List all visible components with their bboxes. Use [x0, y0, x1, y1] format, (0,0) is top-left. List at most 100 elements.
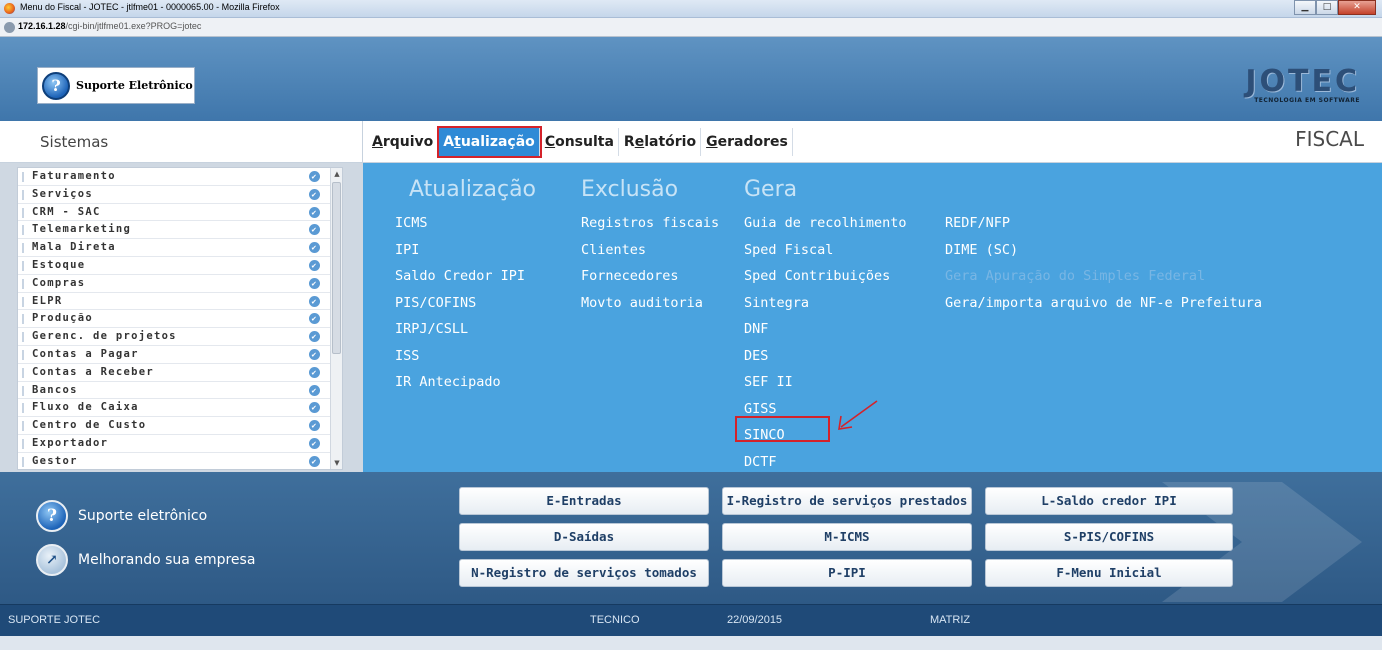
- menu-link[interactable]: Fornecedores: [581, 268, 679, 284]
- menu-link[interactable]: GISS: [744, 401, 777, 417]
- sidebar-item[interactable]: Mala Direta ✔: [18, 239, 342, 257]
- menu-link[interactable]: DES: [744, 348, 768, 364]
- address-bar[interactable]: 172.16.1.28/cgi-bin/jtlfme01.exe?PROG=jo…: [0, 18, 1382, 37]
- sidebar-item-label: Produção: [32, 312, 93, 325]
- quick-action-button[interactable]: N-Registro de serviços tomados: [459, 559, 709, 587]
- sidebar-item-label: Gerenc. de projetos: [32, 330, 177, 343]
- window-bottom-edge: [0, 636, 1382, 650]
- menu-link[interactable]: Movto auditoria: [581, 295, 703, 311]
- status-date: 22/09/2015: [727, 614, 783, 626]
- quick-action-button[interactable]: D-Saídas: [459, 523, 709, 551]
- menu-link[interactable]: IPI: [395, 242, 419, 258]
- menu-link[interactable]: Gera/importa arquivo de NF-e Prefeitura: [945, 295, 1262, 311]
- menu-link[interactable]: Saldo Credor IPI: [395, 268, 525, 284]
- quick-action-button[interactable]: S-PIS/COFINS: [985, 523, 1233, 551]
- quick-action-button[interactable]: I-Registro de serviços prestados: [722, 487, 972, 515]
- check-icon: ✔: [309, 206, 320, 218]
- sidebar-item[interactable]: Compras ✔: [18, 275, 342, 293]
- sidebar-item[interactable]: Faturamento ✔: [18, 168, 342, 186]
- sistemas-label: Sistemas: [40, 133, 109, 151]
- menu-link[interactable]: DIME (SC): [945, 242, 1018, 258]
- check-icon: ✔: [309, 402, 320, 414]
- quick-action-button[interactable]: E-Entradas: [459, 487, 709, 515]
- menu-link[interactable]: DNF: [744, 321, 768, 337]
- check-icon: ✔: [309, 348, 320, 360]
- menu-geradores[interactable]: Geradores: [702, 128, 793, 156]
- menu-relatorio[interactable]: Relatório: [620, 128, 702, 156]
- menu-arquivo[interactable]: Arquivo: [368, 128, 439, 156]
- sidebar-item[interactable]: CRM - SAC ✔: [18, 204, 342, 222]
- sidebar-item-label: Bancos: [32, 383, 78, 396]
- title-bar: Menu do Fiscal - JOTEC - jtlfme01 - 0000…: [0, 0, 1382, 18]
- menu-link[interactable]: IR Antecipado: [395, 374, 501, 390]
- menu-link[interactable]: Sped Contribuições: [744, 268, 890, 284]
- sidebar-item-label: Contas a Receber: [32, 365, 154, 378]
- app-header: ? Suporte Eletrônico JOTEC TECNOLOGIA EM…: [0, 37, 1382, 121]
- menu-link[interactable]: IRPJ/CSLL: [395, 321, 468, 337]
- menu-link[interactable]: REDF/NFP: [945, 215, 1010, 231]
- pointer-arrow-icon: [838, 400, 878, 430]
- sidebar-item[interactable]: Produção ✔: [18, 310, 342, 329]
- check-icon: ✔: [309, 313, 320, 325]
- menu-link[interactable]: Guia de recolhimento: [744, 215, 907, 231]
- sidebar-item[interactable]: Contas a Pagar ✔: [18, 346, 342, 364]
- menu-link[interactable]: Gera Apuração do Simples Federal: [945, 268, 1205, 284]
- nav-row: Sistemas Arquivo Atualização Consulta Re…: [0, 121, 1382, 163]
- sidebar-item[interactable]: Exportador ✔: [18, 435, 342, 453]
- brand-name: JOTEC: [1245, 64, 1360, 99]
- check-icon: ✔: [309, 331, 320, 343]
- support-logo[interactable]: ? Suporte Eletrônico: [37, 67, 195, 104]
- sidebar-item[interactable]: Bancos ✔: [18, 382, 342, 400]
- minimize-icon[interactable]: ▁: [1294, 0, 1316, 15]
- sidebar-item[interactable]: Estoque ✔: [18, 257, 342, 275]
- sidebar-item[interactable]: Fluxo de Caixa ✔: [18, 399, 342, 418]
- menu-consulta[interactable]: Consulta: [541, 128, 619, 156]
- menu-link[interactable]: SEF II: [744, 374, 793, 390]
- systems-sidebar: Faturamento ✔ Serviços ✔ CRM - SAC ✔ Telemarke…: [17, 167, 343, 470]
- col-title-gera: Gera: [744, 177, 798, 202]
- sidebar-item[interactable]: Centro de Custo ✔: [18, 417, 342, 435]
- check-icon: ✔: [309, 455, 320, 467]
- menu-link[interactable]: Sintegra: [744, 295, 809, 311]
- sidebar-item-label: Mala Direta: [32, 241, 116, 254]
- menu-link[interactable]: ICMS: [395, 215, 428, 231]
- menu-link[interactable]: ISS: [395, 348, 419, 364]
- scroll-down-icon[interactable]: ▼: [331, 457, 342, 469]
- sidebar-item[interactable]: ELPR ✔: [18, 293, 342, 311]
- sidebar-scrollbar[interactable]: ▲ ▼: [330, 168, 342, 469]
- window-title: Menu do Fiscal - JOTEC - jtlfme01 - 0000…: [20, 2, 280, 12]
- sidebar-item[interactable]: Gestor ✔: [18, 453, 342, 469]
- support-link[interactable]: ? Suporte eletrônico: [36, 500, 207, 532]
- quick-action-button[interactable]: F-Menu Inicial: [985, 559, 1233, 587]
- url-text[interactable]: 172.16.1.28/cgi-bin/jtlfme01.exe?PROG=jo…: [18, 21, 201, 31]
- check-icon: ✔: [309, 224, 320, 236]
- sidebar-item[interactable]: Serviços ✔: [18, 186, 342, 204]
- help-icon: ?: [36, 500, 68, 532]
- atualizacao-dropdown: Atualização Exclusão Gera ICMS IPI Saldo C…: [363, 163, 1382, 472]
- sidebar-item[interactable]: Contas a Receber ✔: [18, 364, 342, 382]
- menu-link[interactable]: Sped Fiscal: [744, 242, 833, 258]
- improve-link[interactable]: ↗ Melhorando sua empresa: [36, 544, 255, 576]
- status-company: SUPORTE JOTEC: [8, 614, 101, 626]
- sidebar-item[interactable]: Telemarketing ✔: [18, 221, 342, 240]
- sidebar-item-label: Serviços: [32, 187, 93, 200]
- help-icon: ?: [42, 72, 70, 100]
- check-icon: ✔: [309, 384, 320, 396]
- menu-atualizacao[interactable]: Atualização: [437, 126, 542, 158]
- scroll-up-icon[interactable]: ▲: [331, 168, 342, 180]
- check-icon: ✔: [309, 171, 320, 182]
- sidebar-item-label: Estoque: [32, 258, 86, 271]
- menu-link[interactable]: Registros fiscais: [581, 215, 719, 231]
- scroll-thumb[interactable]: [332, 182, 341, 354]
- menu-link[interactable]: PIS/COFINS: [395, 295, 476, 311]
- sidebar-item[interactable]: Gerenc. de projetos ✔: [18, 328, 342, 346]
- close-icon[interactable]: ✕: [1338, 0, 1376, 15]
- menu-link[interactable]: DCTF: [744, 454, 777, 470]
- quick-action-button[interactable]: P-IPI: [722, 559, 972, 587]
- quick-action-button[interactable]: L-Saldo credor IPI: [985, 487, 1233, 515]
- quick-action-button[interactable]: M-ICMS: [722, 523, 972, 551]
- check-icon: ✔: [309, 295, 320, 307]
- menu-link[interactable]: Clientes: [581, 242, 646, 258]
- maximize-icon[interactable]: □: [1316, 0, 1338, 15]
- sidebar-item-label: Faturamento: [32, 170, 116, 182]
